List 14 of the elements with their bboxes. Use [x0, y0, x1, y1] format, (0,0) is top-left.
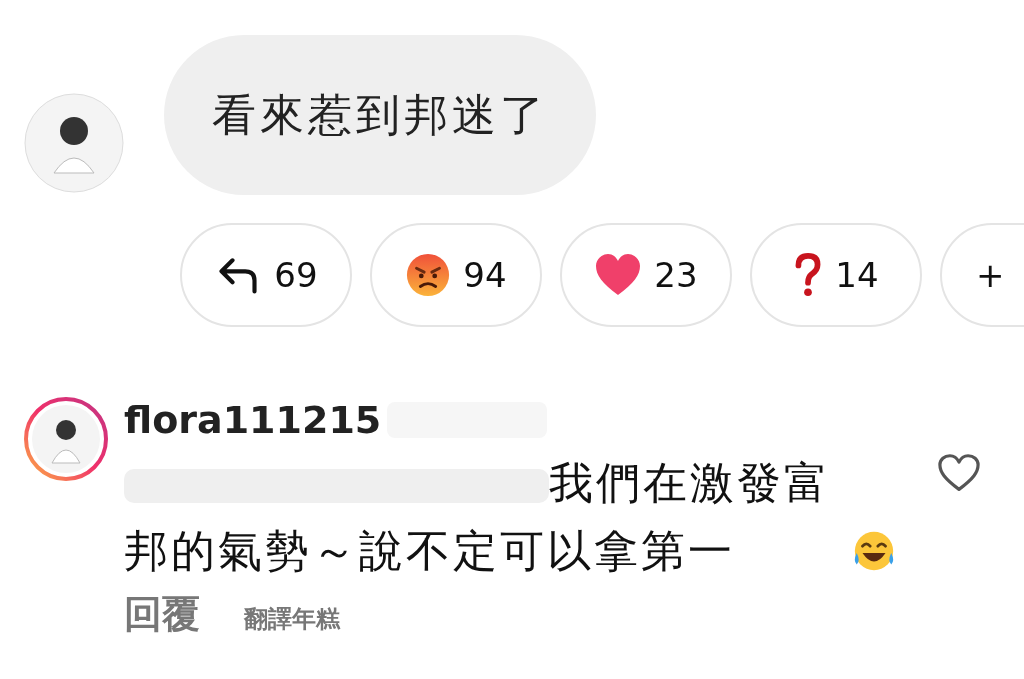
reaction-button[interactable]: +	[940, 223, 1024, 327]
heart-icon	[594, 253, 643, 297]
reply-link[interactable]: 回覆	[124, 589, 200, 640]
translate-link[interactable]: 翻譯年糕	[244, 603, 340, 635]
heart-outline-icon[interactable]	[937, 453, 981, 493]
message-bubble: 看來惹到邦迷了	[164, 35, 596, 195]
avatar-story-ring[interactable]	[24, 397, 108, 481]
comment-text: 我們在激發富邦的氣勢～說不定可以拿第一	[124, 449, 849, 585]
reply-button[interactable]: 69	[180, 223, 352, 327]
reaction-button[interactable]: 94	[370, 223, 542, 327]
reaction-button[interactable]: 14	[750, 223, 922, 327]
reaction-button[interactable]: 23	[560, 223, 732, 327]
angry-face-icon	[405, 252, 452, 298]
username[interactable]: flora111215	[124, 398, 382, 442]
